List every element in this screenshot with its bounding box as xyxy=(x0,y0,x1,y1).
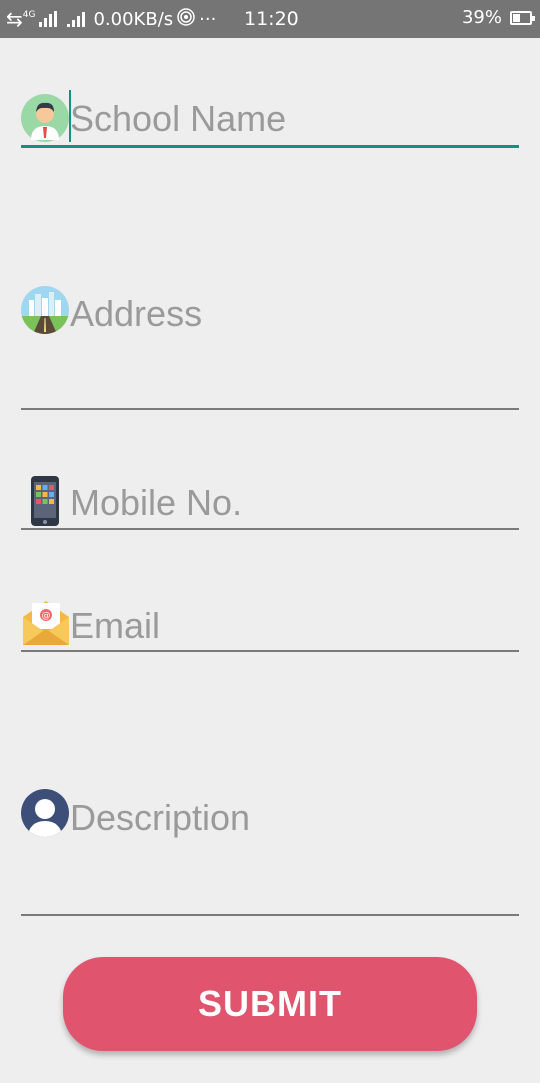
data-transfer-icon: ⇆ xyxy=(6,7,23,31)
signal-strength-icon xyxy=(39,11,58,27)
status-bar: ⇆ 4G 0.00KB/s ··· 11:20 39% xyxy=(0,0,540,38)
mobile-placeholder: Mobile No. xyxy=(70,482,243,523)
more-indicator: ··· xyxy=(199,8,217,30)
email-underline xyxy=(21,650,519,652)
hotspot-icon xyxy=(177,7,195,31)
smartphone-icon xyxy=(21,475,69,526)
envelope-icon: @ xyxy=(21,597,69,645)
data-speed: 0.00KB/s xyxy=(93,8,174,30)
svg-text:@: @ xyxy=(42,611,51,621)
school-name-underline xyxy=(21,145,519,148)
description-placeholder: Description xyxy=(70,797,251,838)
battery-percent: 39% xyxy=(461,7,502,28)
school-name-field[interactable]: School Name xyxy=(21,90,519,150)
school-name-placeholder: School Name xyxy=(70,98,287,139)
email-field[interactable]: @ Email xyxy=(21,597,519,657)
person-avatar-icon xyxy=(21,94,69,142)
clock: 11:20 xyxy=(244,8,299,30)
status-right: 39% xyxy=(461,7,535,28)
description-field[interactable]: Description xyxy=(21,789,519,919)
network-type-label: 4G xyxy=(22,10,36,20)
user-silhouette-icon xyxy=(21,789,69,837)
signal-strength-2-icon xyxy=(67,11,86,27)
description-underline xyxy=(21,914,519,916)
address-placeholder: Address xyxy=(70,293,203,334)
address-field[interactable]: Address xyxy=(21,283,519,413)
mobile-field[interactable]: Mobile No. xyxy=(21,475,519,535)
city-road-icon xyxy=(21,286,69,334)
address-underline xyxy=(21,408,519,410)
status-left: ⇆ 4G 0.00KB/s ··· xyxy=(6,7,216,31)
email-placeholder: Email xyxy=(70,605,161,646)
battery-icon xyxy=(510,10,535,25)
submit-button[interactable]: SUBMIT xyxy=(63,957,477,1051)
mobile-underline xyxy=(21,528,519,530)
